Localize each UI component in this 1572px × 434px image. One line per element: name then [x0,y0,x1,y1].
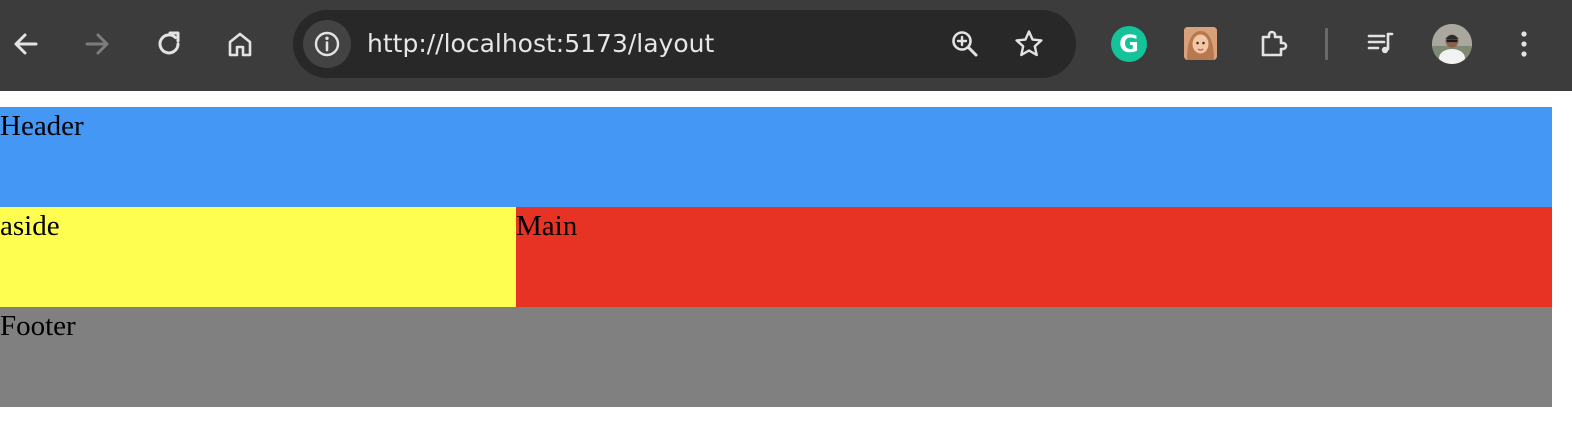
layout-main: Main [516,207,1552,307]
zoom-icon [952,31,978,57]
layout-header: Header [0,107,1552,207]
forward-button[interactable] [73,20,121,68]
grammarly-icon: G [1119,30,1139,58]
bookmark-button[interactable] [1005,20,1053,68]
back-icon [14,33,38,55]
footer-label: Footer [0,310,76,342]
header-label: Header [0,110,84,142]
layout-aside: aside [0,207,516,307]
toolbar-divider [1325,28,1328,60]
bookmark-star-icon [1015,30,1043,57]
url-text[interactable]: http://localhost:5173/layout [367,10,714,78]
home-button[interactable] [216,20,264,68]
avatar-extension-button[interactable] [1184,27,1217,60]
zoom-button[interactable] [941,20,989,68]
more-menu-icon [1521,31,1527,57]
reload-button[interactable] [145,20,193,68]
aside-label: aside [0,210,60,242]
media-controls-button[interactable] [1356,20,1404,68]
grammarly-extension-button[interactable]: G [1111,26,1147,62]
reload-icon [158,31,180,55]
site-info-button[interactable] [303,20,351,68]
site-info-icon [314,31,340,57]
back-button[interactable] [2,20,50,68]
avatar-extension-icon [1184,27,1217,60]
extensions-button[interactable] [1249,20,1297,68]
page-viewport: Header aside Main Footer [0,91,1572,434]
layout-footer: Footer [0,307,1552,407]
forward-icon [85,33,109,55]
browser-toolbar: http://localhost:5173/layout G [0,0,1572,91]
more-menu-button[interactable] [1500,20,1548,68]
profile-photo-icon [1432,24,1472,64]
profile-avatar[interactable] [1432,24,1472,64]
main-label: Main [516,210,578,242]
extensions-puzzle-icon [1261,30,1288,57]
address-bar[interactable]: http://localhost:5173/layout [293,10,1076,78]
media-controls-icon [1367,32,1394,54]
home-icon [228,32,252,57]
